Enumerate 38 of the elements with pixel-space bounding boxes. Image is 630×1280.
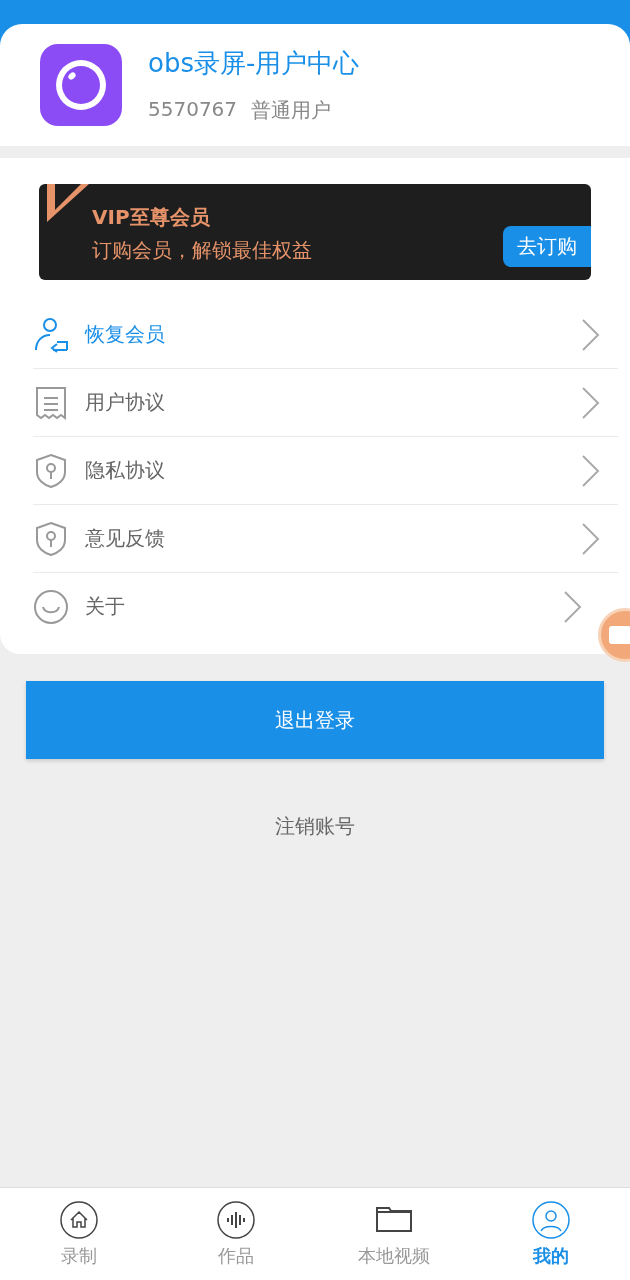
user-type: 普通用户 xyxy=(251,97,332,124)
nav-tab[interactable]: 录制 xyxy=(0,1188,158,1280)
nav-tab[interactable]: 本地视频 xyxy=(315,1188,473,1280)
chevron-right-icon xyxy=(580,385,600,420)
user-restore-icon xyxy=(33,315,69,354)
profile-title: obs录屏-用户中心 xyxy=(148,47,360,80)
chevron-right-icon xyxy=(580,521,600,556)
menu-item[interactable]: 隐私协议 xyxy=(33,437,618,505)
menu-item[interactable]: 用户协议 xyxy=(33,369,618,437)
subscribe-button[interactable]: 去订购 xyxy=(503,226,591,267)
vip-title: VIP至尊会员 xyxy=(92,204,211,231)
user-icon xyxy=(531,1200,572,1240)
v-mark-icon xyxy=(47,184,89,222)
nav-tab[interactable]: 我的 xyxy=(472,1188,630,1280)
sound-wave-icon xyxy=(216,1200,257,1240)
vip-banner[interactable]: VIP至尊会员 订购会员，解锁最佳权益 去订购 xyxy=(39,184,591,280)
chevron-right-icon xyxy=(580,453,600,488)
menu-label: 恢复会员 xyxy=(85,321,166,348)
menu-label: 关于 xyxy=(85,593,126,620)
nav-tab[interactable]: 作品 xyxy=(157,1188,315,1280)
smile-icon xyxy=(33,587,69,626)
shield-lock-icon xyxy=(33,451,69,490)
app-logo-icon xyxy=(40,44,122,126)
video-camera-icon xyxy=(609,624,630,646)
user-id: 5570767 xyxy=(148,97,238,123)
menu-label: 隐私协议 xyxy=(85,457,166,484)
chevron-right-icon xyxy=(580,317,600,352)
home-icon xyxy=(58,1200,99,1240)
menu-item[interactable]: 关于 xyxy=(33,573,588,640)
vip-subtitle: 订购会员，解锁最佳权益 xyxy=(92,237,312,264)
menu-item[interactable]: 意见反馈 xyxy=(33,505,618,573)
menu-label: 意见反馈 xyxy=(85,525,166,552)
cancel-account-link[interactable]: 注销账号 xyxy=(275,813,355,840)
menu-item[interactable]: 恢复会员 xyxy=(33,301,618,369)
chevron-right-icon xyxy=(562,589,582,624)
menu-label: 用户协议 xyxy=(85,389,166,416)
shield-lock-icon xyxy=(33,519,69,558)
logout-button[interactable]: 退出登录 xyxy=(26,681,604,759)
